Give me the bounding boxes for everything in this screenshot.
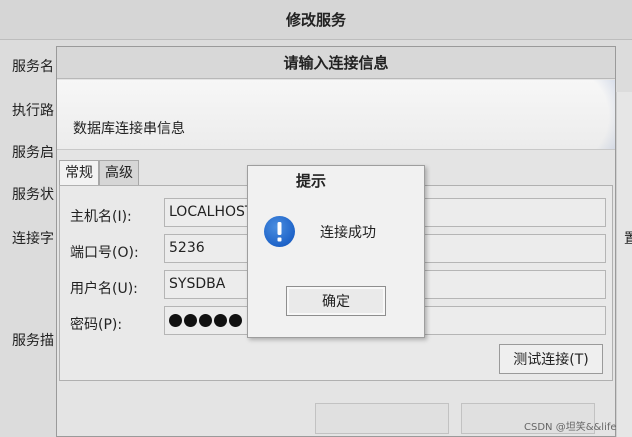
outer-right-edge-text: 置	[624, 231, 632, 247]
tab-advanced[interactable]: 高级	[99, 160, 139, 186]
tab-general[interactable]: 常规	[59, 160, 99, 186]
info-icon	[264, 216, 295, 247]
tab-bar: 常规 高级	[59, 160, 139, 186]
alert-message: 连接成功	[320, 225, 376, 241]
test-connection-button[interactable]: 测试连接(T)	[499, 344, 603, 374]
outer-label-exec-path: 执行路	[12, 103, 54, 119]
outer-label-connection-string: 连接字	[12, 231, 54, 247]
header-banner: 数据库连接串信息	[57, 80, 615, 150]
username-label: 用户名(U):	[70, 281, 138, 297]
alert-title: 提示	[296, 172, 327, 190]
password-label: 密码(P):	[70, 317, 123, 333]
password-dot	[214, 314, 227, 327]
outer-label-service-status: 服务状	[12, 187, 54, 203]
outer-dialog-title: 修改服务	[0, 0, 632, 40]
banner-text: 数据库连接串信息	[73, 121, 185, 137]
password-dot	[184, 314, 197, 327]
outer-label-service-name: 服务名	[12, 59, 54, 75]
ok-button-obscured[interactable]	[315, 403, 449, 434]
inner-dialog-title: 请输入连接信息	[57, 47, 615, 79]
port-label: 端口号(O):	[70, 245, 139, 261]
outer-label-service-start: 服务启	[12, 145, 54, 161]
alert-dialog: 提示 连接成功 确定	[247, 165, 425, 338]
outer-label-service-desc: 服务描	[12, 333, 54, 349]
host-label: 主机名(I):	[70, 209, 132, 225]
alert-ok-button[interactable]: 确定	[286, 286, 386, 316]
password-dot	[229, 314, 242, 327]
password-dot	[199, 314, 212, 327]
watermark: CSDN @坦笑&&life	[524, 422, 617, 433]
outer-right-panel	[616, 92, 632, 437]
password-mask	[169, 314, 242, 327]
password-dot	[169, 314, 182, 327]
banner-decoration	[525, 80, 615, 149]
